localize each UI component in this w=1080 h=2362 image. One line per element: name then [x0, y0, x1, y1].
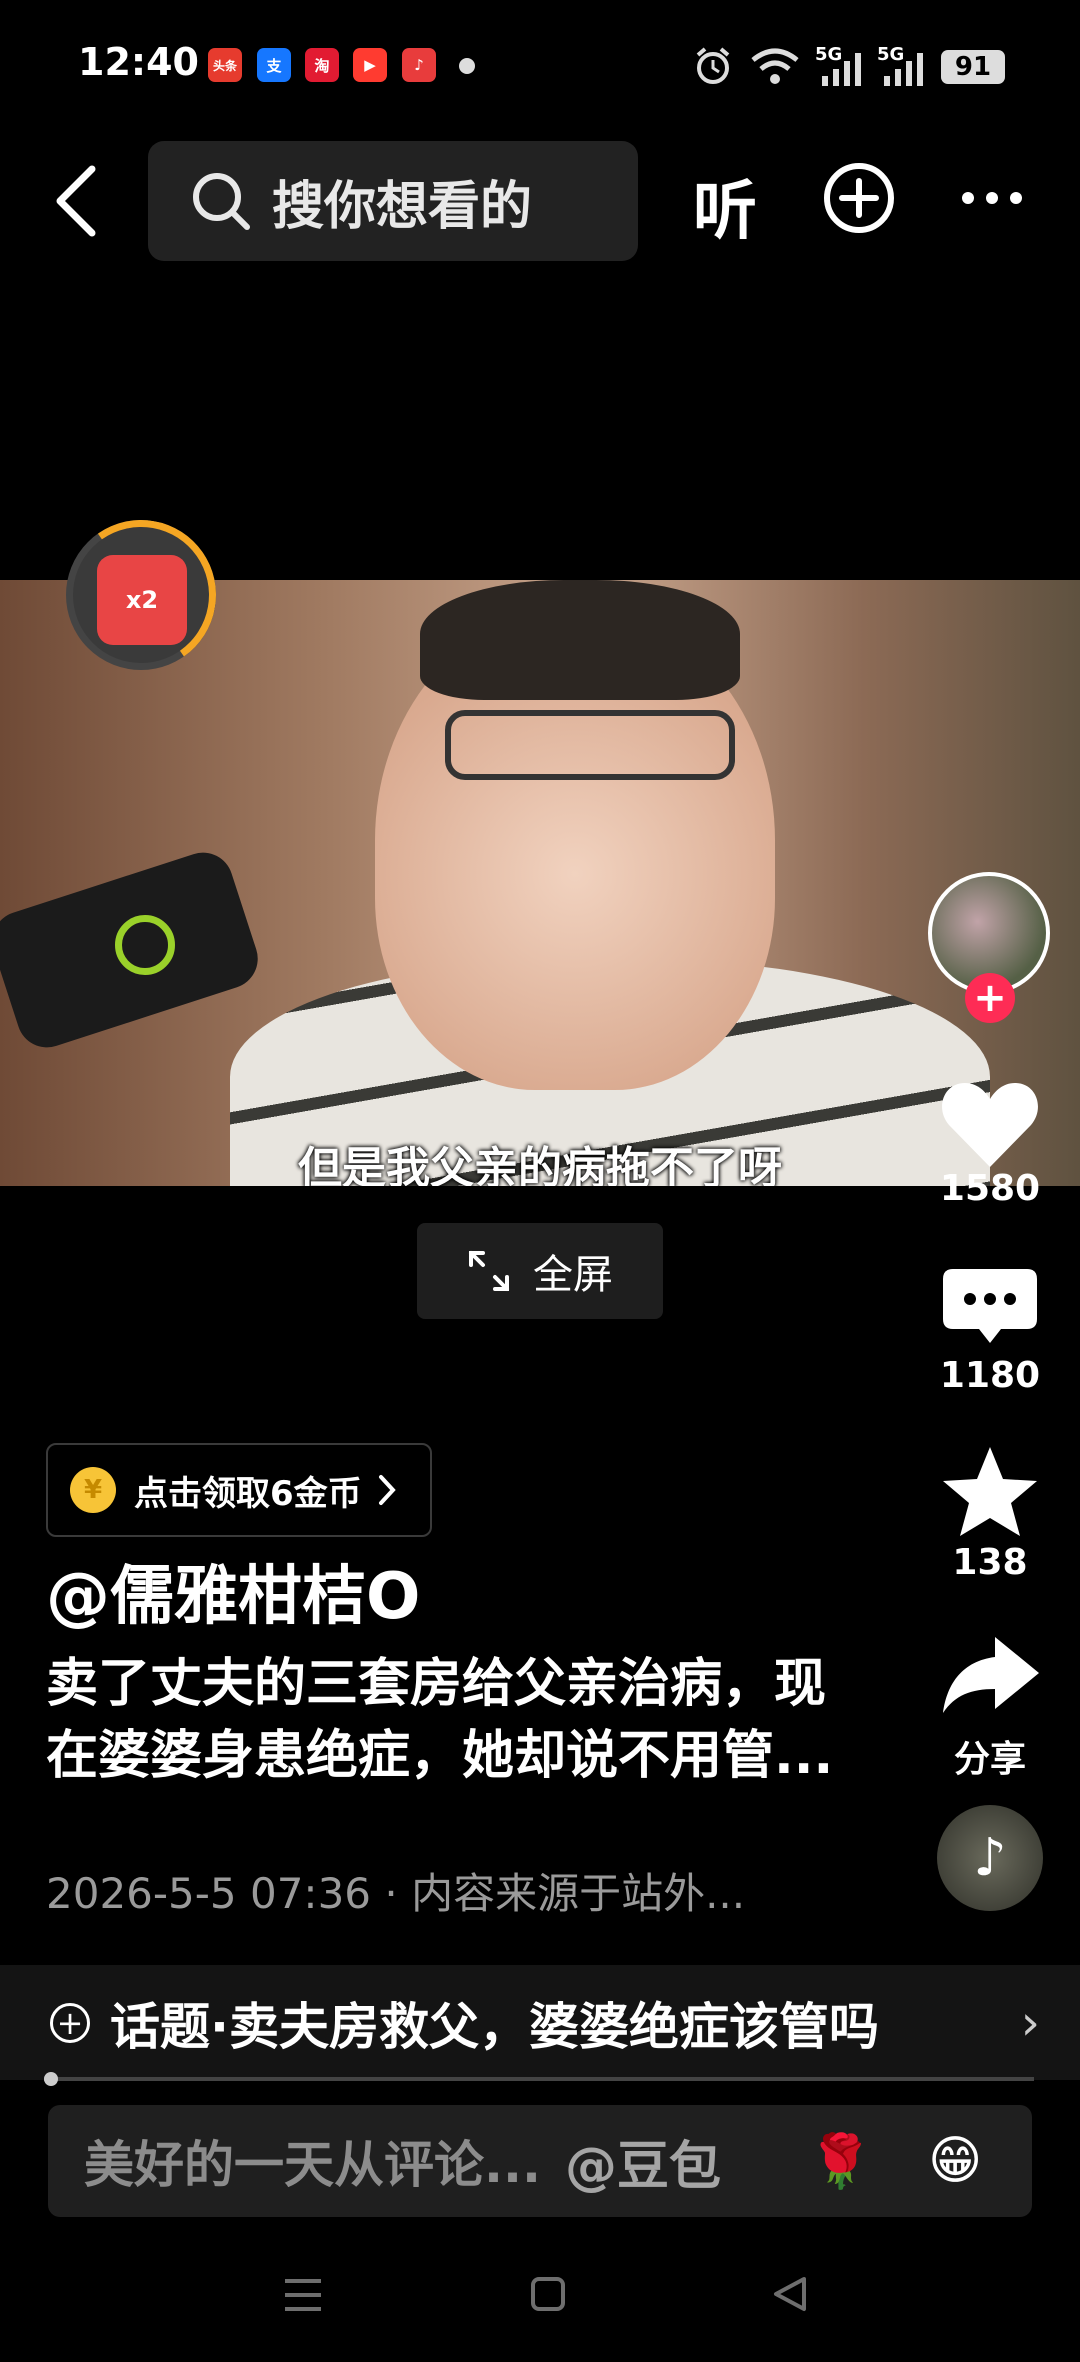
wifi-icon [751, 48, 799, 84]
video-frame-glasses [445, 710, 735, 780]
like-icon[interactable] [935, 1075, 1045, 1175]
comment-icon[interactable] [935, 1265, 1045, 1349]
back-nav-icon[interactable] [772, 2275, 808, 2313]
home-icon[interactable] [530, 2276, 566, 2312]
comment-placeholder: 美好的一天从评论... [84, 2136, 541, 2194]
topic-bar[interactable]: + 话题·卖夫房救父，婆婆绝症该管吗 › [0, 1965, 1080, 2080]
status-time: 12:40 [78, 40, 199, 84]
douyin-lite-icon: ♪ [402, 48, 436, 82]
share-label: 分享 [953, 1739, 1026, 1780]
fullscreen-button[interactable]: 全屏 [417, 1223, 663, 1319]
share-icon[interactable] [935, 1633, 1045, 1717]
alarm-icon [696, 47, 730, 84]
status-bar: 12:40 头条 支 淘 ▶ ♪ 5G 5G 91 [0, 0, 1080, 130]
mention-doubao-button[interactable]: @豆包 [565, 2124, 721, 2199]
taobao-icon: 淘 [305, 48, 339, 82]
expand-icon [469, 1251, 509, 1291]
coin-reward-button[interactable]: ¥ 点击领取6金币 [46, 1443, 432, 1537]
music-note-icon: ♪ [973, 1828, 1007, 1888]
battery-indicator: 91 [941, 50, 1005, 84]
add-icon[interactable] [822, 161, 896, 235]
follow-button[interactable]: + [965, 973, 1015, 1023]
notification-dot-icon [459, 58, 475, 74]
back-icon[interactable] [50, 163, 100, 239]
more-icon[interactable] [960, 190, 1024, 206]
red-packet-button[interactable]: x2 [97, 555, 187, 645]
coin-reward-text: 点击领取6金币 [134, 1473, 362, 1514]
like-count: 1580 [939, 1168, 1041, 1209]
microphone-logo-icon [115, 915, 175, 975]
search-icon [193, 173, 250, 230]
search-bar[interactable]: 搜你想看的 [148, 141, 638, 261]
favorite-icon[interactable] [935, 1443, 1045, 1539]
favorite-count: 138 [952, 1542, 1028, 1583]
video-description[interactable]: 卖了丈夫的三套房给父亲治病，现在婆婆身患绝症，她却说不用管... [46, 1648, 846, 1792]
rose-emoji-icon[interactable]: 🌹 [808, 2131, 873, 2192]
search-placeholder: 搜你想看的 [272, 176, 533, 237]
listen-button[interactable]: 听 [693, 160, 757, 252]
video-app-icon: ▶ [353, 48, 387, 82]
signal-1-icon [822, 53, 861, 86]
video-progress-track[interactable] [44, 2077, 1034, 2081]
topic-add-icon: + [50, 2002, 90, 2043]
author-name[interactable]: @儒雅柑桔O [46, 1545, 420, 1637]
recent-apps-icon[interactable] [283, 2277, 323, 2313]
video-subtitle: 但是我父亲的病拖不了呀 [298, 1143, 782, 1186]
chevron-right-icon [378, 1475, 396, 1505]
coin-icon: ¥ [70, 1467, 116, 1513]
grin-emoji-icon[interactable]: 😁 [928, 2131, 982, 2191]
signal-2-icon [884, 53, 923, 86]
post-date-source: 2026-5-5 07:36 · 内容来源于站外... [46, 1869, 746, 1918]
video-player[interactable]: 但是我父亲的病拖不了呀 [0, 580, 1080, 1186]
comment-count: 1180 [939, 1355, 1041, 1396]
topic-text: 话题·卖夫房救父，婆婆绝症该管吗 [110, 1997, 879, 2056]
fullscreen-label: 全屏 [533, 1252, 613, 1298]
comment-input[interactable]: 美好的一天从评论... @豆包 🌹 😁 [48, 2105, 1032, 2217]
video-frame-hair [420, 580, 740, 700]
video-progress-thumb[interactable] [44, 2072, 58, 2086]
music-disc[interactable]: ♪ [937, 1805, 1043, 1911]
alipay-icon: 支 [257, 48, 291, 82]
chevron-right-icon: › [1020, 1994, 1040, 2051]
toutiao-icon: 头条 [208, 48, 242, 82]
